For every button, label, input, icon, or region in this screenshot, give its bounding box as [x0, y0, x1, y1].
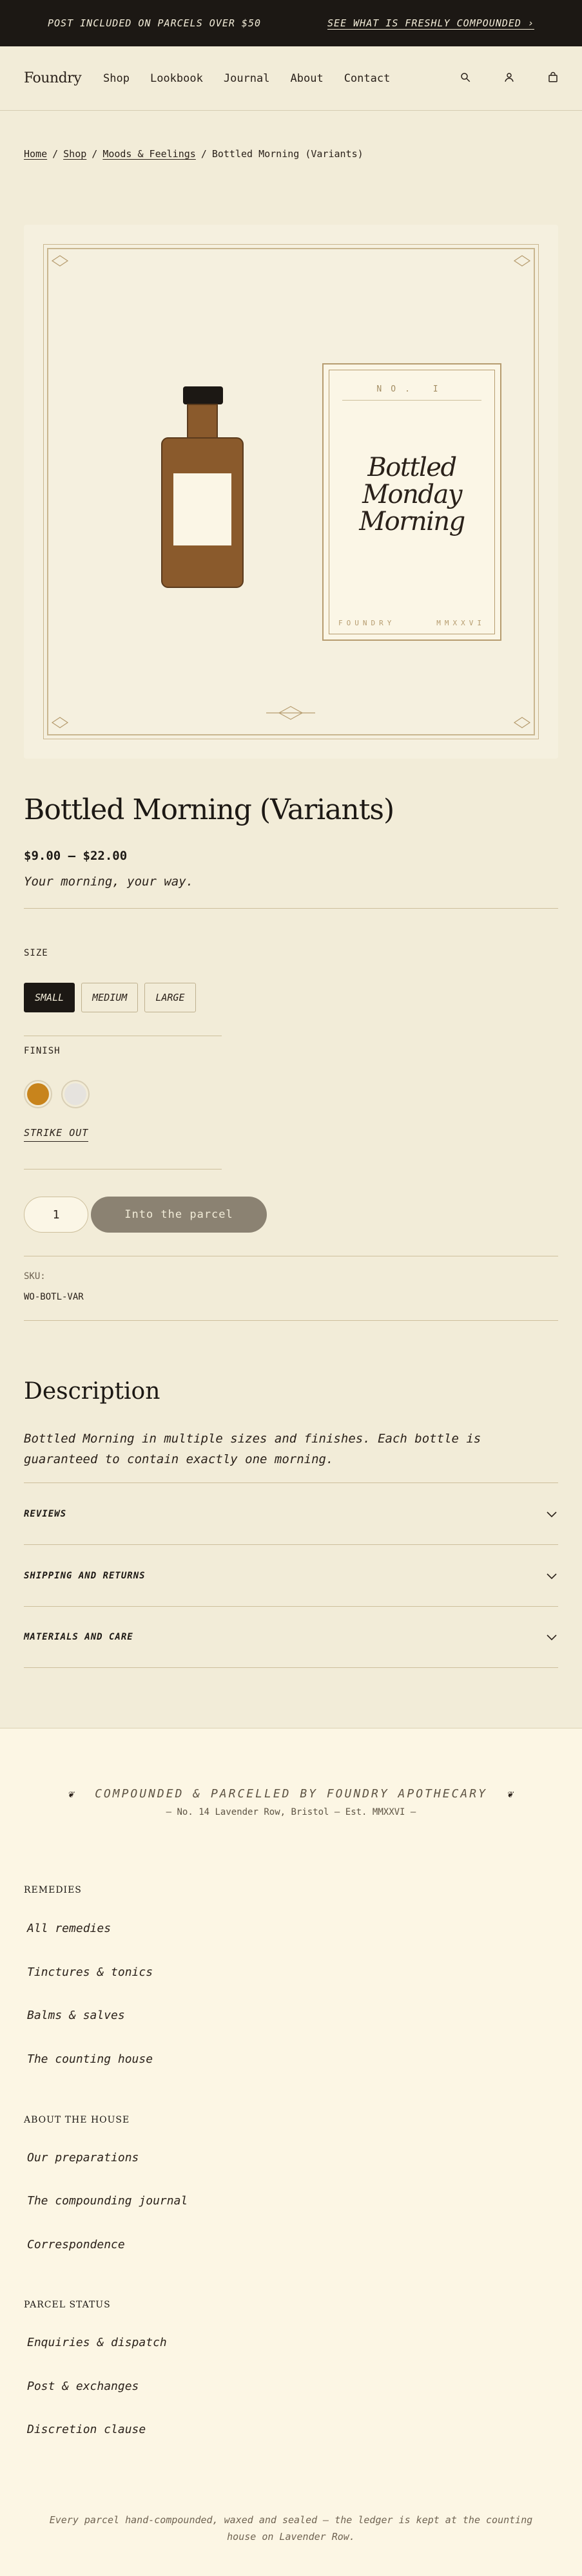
chevron-down-icon — [547, 1511, 557, 1517]
footer-link[interactable]: The compounding journal — [27, 2194, 188, 2208]
accordion-shipping[interactable]: SHIPPING AND RETURNS — [24, 1544, 558, 1606]
footer-col-title-parcel: PARCEL STATUS — [24, 2300, 111, 2310]
sku-value: WO-BOTL-VAR — [24, 1292, 84, 1302]
footer-subheading: — No. 14 Lavender Row, Bristol — Est. MM… — [166, 1807, 416, 1817]
card-foot-right: MMXXVI — [436, 619, 485, 627]
footer-col-title-about: ABOUT THE HOUSE — [24, 2115, 130, 2125]
description-text: Bottled Morning in multiple sizes and fi… — [24, 1432, 481, 1466]
size-medium-button[interactable]: MEDIUM — [81, 983, 139, 1012]
nav-lookbook[interactable]: Lookbook — [150, 72, 203, 85]
chevron-down-icon — [547, 1634, 557, 1641]
sku-label: SKU: — [24, 1271, 46, 1282]
size-options: SMALL MEDIUM LARGE — [24, 983, 196, 1012]
footer-col-title-remedies: REMEDIES — [24, 1885, 82, 1895]
fleuron-icon: ❦ — [67, 1788, 76, 1800]
footer-link[interactable]: Enquiries & dispatch — [27, 2336, 167, 2349]
breadcrumb-current: Bottled Morning (Variants) — [211, 148, 364, 160]
divider — [24, 1320, 558, 1321]
finish-options — [24, 1080, 90, 1108]
chevron-down-icon — [547, 1573, 557, 1579]
breadcrumb-category[interactable]: Moods & Feelings — [102, 148, 196, 160]
divider — [24, 908, 558, 909]
product-title: Bottled Morning (Variants) — [24, 793, 394, 826]
footer-link[interactable]: All remedies — [27, 1922, 111, 1935]
finish-label: FINISH — [24, 1046, 61, 1056]
size-large-button[interactable]: LARGE — [144, 983, 196, 1012]
fleuron-icon: ❦ — [506, 1788, 515, 1800]
breadcrumb-shop[interactable]: Shop — [63, 148, 86, 160]
strike-out-link[interactable]: STRIKE OUT — [24, 1127, 89, 1142]
product-image[interactable]: NO. I Bottled Monday Morning FOUNDRY MMX… — [24, 225, 558, 759]
site-header: Foundry Shop Lookbook Journal About Cont… — [0, 46, 582, 111]
card-title: Bottled Monday Morning — [359, 453, 465, 536]
footer-link[interactable]: The counting house — [27, 2052, 153, 2066]
footer-link[interactable]: Discretion clause — [27, 2423, 146, 2436]
header-icons — [460, 71, 559, 86]
size-label: SIZE — [24, 948, 48, 958]
nav-journal[interactable]: Journal — [224, 72, 270, 85]
label-card: NO. I Bottled Monday Morning FOUNDRY MMX… — [322, 363, 501, 641]
nav-shop[interactable]: Shop — [103, 72, 130, 85]
nav-about[interactable]: About — [291, 72, 324, 85]
announcement-bar: POST INCLUDED ON PARCELS OVER $50 SEE WH… — [0, 0, 582, 46]
logo[interactable]: Foundry — [24, 70, 82, 86]
accordion-reviews[interactable]: REVIEWS — [24, 1482, 558, 1544]
product-price: $9.00 – $22.00 — [24, 849, 128, 863]
announcement-text: POST INCLUDED ON PARCELS OVER $50 — [48, 17, 262, 29]
announcement-link[interactable]: SEE WHAT IS FRESHLY COMPOUNDED › — [327, 17, 534, 29]
card-number: NO. I — [376, 384, 447, 394]
add-to-parcel-button[interactable]: Into the parcel — [91, 1197, 267, 1233]
footer-heading: ❦ COMPOUNDED & PARCELLED BY FOUNDRY APOTH… — [67, 1787, 515, 1801]
size-small-button[interactable]: SMALL — [24, 983, 75, 1012]
footer-link[interactable]: Correspondence — [27, 2238, 125, 2251]
main-nav: Shop Lookbook Journal About Contact — [103, 72, 411, 85]
divider — [24, 1169, 222, 1170]
product-tagline: Your morning, your way. — [24, 875, 194, 889]
footer-link[interactable]: Our preparations — [27, 2151, 139, 2164]
description-title: Description — [24, 1378, 160, 1405]
finish-swatch-amber[interactable] — [24, 1080, 52, 1108]
breadcrumb: Home / Shop / Moods & Feelings / Bottled Morni… — [24, 148, 364, 160]
account-icon[interactable] — [503, 71, 515, 86]
footer-link[interactable]: Post & exchanges — [27, 2380, 139, 2393]
breadcrumb-home[interactable]: Home — [24, 148, 47, 160]
nav-contact[interactable]: Contact — [344, 72, 391, 85]
footer-link[interactable]: Tinctures & tonics — [27, 1965, 153, 1979]
quantity-input[interactable]: 1 — [24, 1197, 88, 1233]
footer-note: Every parcel hand-compounded, waxed and … — [49, 2514, 533, 2543]
search-icon[interactable] — [460, 71, 471, 86]
finish-swatch-clear[interactable] — [61, 1080, 90, 1108]
bag-icon[interactable] — [547, 71, 559, 86]
footer-link[interactable]: Balms & salves — [27, 2009, 125, 2022]
card-foot-left: FOUNDRY — [338, 619, 396, 627]
bottle-icon — [161, 386, 244, 588]
accordion-materials[interactable]: MATERIALS AND CARE — [24, 1606, 558, 1668]
